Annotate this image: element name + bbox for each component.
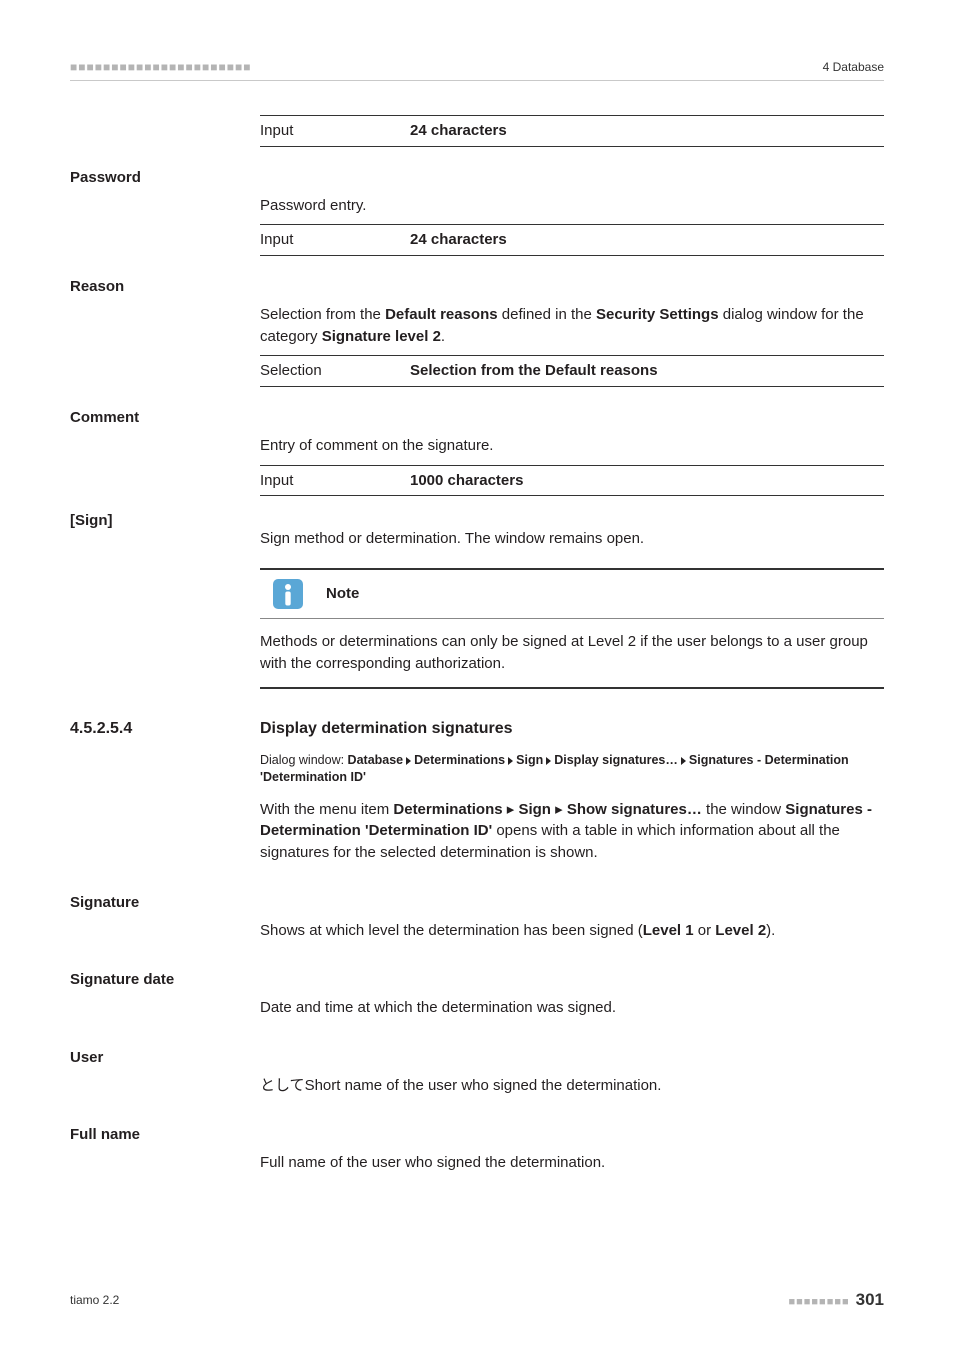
text: .: [441, 328, 445, 345]
spec-val: Selection from the Default reasons: [410, 360, 884, 382]
footer-right: ■■■■■■■■ 301: [788, 1290, 884, 1310]
spec-key: Input: [260, 470, 410, 492]
bold: Signature level 2: [322, 328, 441, 345]
footer-left: tiamo 2.2: [70, 1293, 119, 1307]
text: Dialog window:: [260, 753, 348, 767]
text: or: [694, 922, 716, 939]
text: ▸: [503, 801, 519, 818]
bold: Display signatures…: [554, 753, 678, 767]
bold: Determinations: [393, 801, 502, 818]
header-right: 4 Database: [823, 60, 884, 74]
text: With the menu item: [260, 801, 393, 818]
field-desc-password: Password entry.: [260, 195, 884, 217]
full-name-desc: Full name of the user who signed the det…: [260, 1152, 884, 1174]
page-number: 301: [856, 1290, 884, 1309]
footer-dots: ■■■■■■■■: [788, 1296, 849, 1308]
user-desc: Short name of the user who signed the de…: [305, 1075, 884, 1097]
triangle-right-icon: [545, 752, 552, 770]
triangle-right-icon: [507, 752, 514, 770]
bold: Sign: [516, 753, 543, 767]
header-left-pattern: ■■■■■■■■■■■■■■■■■■■■■■: [70, 60, 251, 74]
section-number: 4.5.2.5.4: [70, 717, 260, 740]
spec-key: Input: [260, 120, 410, 142]
signature-desc: Shows at which level the determination h…: [260, 920, 884, 942]
triangle-right-icon: [680, 752, 687, 770]
page-header: ■■■■■■■■■■■■■■■■■■■■■■ 4 Database: [70, 60, 884, 81]
field-label-user: User: [70, 1047, 260, 1069]
dialog-path: Dialog window: Database Determinations Sig…: [260, 752, 884, 787]
info-icon: [260, 570, 316, 618]
bold: Show signatures…: [567, 801, 702, 818]
text: Selection from the: [260, 306, 385, 323]
text: Shows at which level the determination h…: [260, 922, 643, 939]
field-label-full-name: Full name: [70, 1124, 260, 1146]
page-footer: tiamo 2.2 ■■■■■■■■ 301: [70, 1290, 884, 1310]
bold: Level 2: [715, 922, 766, 939]
field-label-reason: Reason: [70, 276, 260, 298]
bold: Default reasons: [385, 306, 498, 323]
sig-date-desc: Date and time at which the determination…: [260, 997, 884, 1019]
text: ).: [766, 922, 775, 939]
bold: Security Settings: [596, 306, 719, 323]
bold: Level 1: [643, 922, 694, 939]
field-desc-comment: Entry of comment on the signature.: [260, 435, 884, 457]
bold: Sign: [518, 801, 551, 818]
spec-val: 24 characters: [410, 229, 884, 251]
spec-val: 1000 characters: [410, 470, 884, 492]
text: defined in the: [498, 306, 596, 323]
spec-row-password: Input 24 characters: [260, 225, 884, 256]
text: the window: [702, 801, 785, 818]
field-label-password: Password: [70, 167, 260, 189]
text: ▸: [551, 801, 567, 818]
bold: Database: [348, 753, 404, 767]
spec-val: 24 characters: [410, 120, 884, 142]
triangle-right-icon: [405, 752, 412, 770]
bold: Determinations: [414, 753, 505, 767]
field-label-comment: Comment: [70, 407, 260, 429]
section-title: Display determination signatures: [260, 717, 884, 740]
spec-key: Input: [260, 229, 410, 251]
field-desc-sign: Sign method or determination. The window…: [260, 528, 884, 550]
spec-row-top: Input 24 characters: [260, 116, 884, 147]
section-body: With the menu item Determinations ▸ Sign…: [260, 799, 884, 864]
field-label-signature: Signature: [70, 892, 260, 914]
note-box: Note Methods or determinations can only …: [260, 568, 884, 689]
field-label-sign: [Sign]: [70, 510, 260, 532]
note-body: Methods or determinations can only be si…: [260, 631, 884, 675]
spec-key: Selection: [260, 360, 410, 382]
field-label-sig-date: Signature date: [70, 969, 260, 991]
note-title: Note: [316, 570, 884, 618]
spec-row-comment: Input 1000 characters: [260, 466, 884, 497]
field-desc-reason: Selection from the Default reasons defin…: [260, 304, 884, 348]
spec-row-reason: Selection Selection from the Default rea…: [260, 356, 884, 387]
